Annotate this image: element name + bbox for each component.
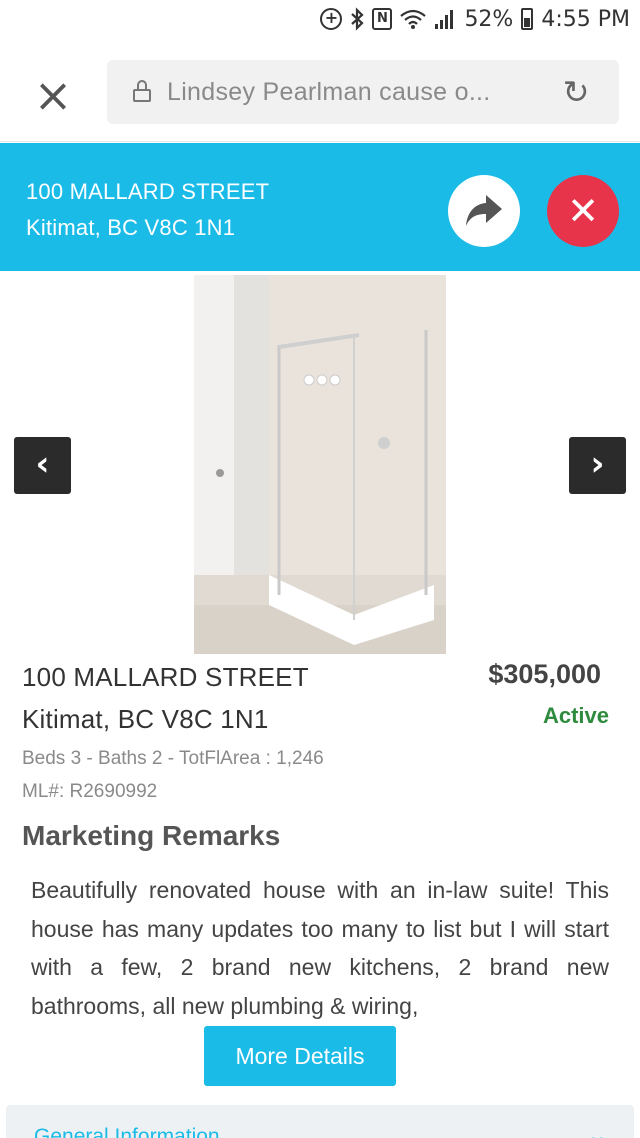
bluetooth-icon	[350, 6, 365, 32]
shower-photo-image	[194, 275, 446, 654]
listing-address-line1: 100 MALLARD STREET	[22, 662, 309, 692]
nfc-icon: N	[372, 6, 393, 32]
address-banner: 100 MALLARD STREET Kitimat, BC V8C 1N1 ✕	[0, 143, 640, 271]
listing-photo[interactable]	[194, 275, 446, 654]
clock: 4:55 PM	[541, 6, 630, 32]
mls-number: ML#: R2690992	[22, 781, 158, 802]
banner-address-line2: Kitimat, BC V8C 1N1	[26, 215, 236, 240]
signal-icon	[434, 6, 456, 32]
close-listing-button[interactable]: ✕	[547, 175, 619, 247]
share-button[interactable]	[448, 175, 520, 247]
lock-icon	[133, 80, 151, 102]
url-text[interactable]: Lindsey Pearlman cause o...	[167, 78, 491, 107]
accordion-label: General Information	[34, 1125, 220, 1138]
chevron-down-icon: ⌄	[586, 1121, 608, 1138]
close-icon[interactable]: ×	[30, 72, 76, 120]
status-bar: + N 52% 4:55 PM	[0, 0, 640, 42]
banner-address-line1: 100 MALLARD STREET	[26, 179, 270, 204]
data-saver-icon: +	[320, 6, 343, 32]
battery-percent: 52%	[464, 6, 514, 32]
chevron-right-icon: ›	[590, 444, 605, 484]
browser-toolbar: × Lindsey Pearlman cause o... ↻	[0, 42, 640, 142]
remarks-text: Beautifully renovated house with an in-l…	[31, 877, 609, 1019]
remarks-title: Marketing Remarks	[22, 820, 281, 851]
carousel-prev-button[interactable]: ‹	[14, 437, 71, 494]
listing-details: Beds 3 - Baths 2 - TotFlArea : 1,246	[22, 748, 324, 769]
listing-price: $305,000	[488, 659, 601, 689]
close-circle-icon: ✕	[567, 189, 599, 233]
status-icons: + N 52% 4:55 PM	[320, 6, 630, 32]
url-bar[interactable]: Lindsey Pearlman cause o... ↻	[107, 60, 619, 124]
wifi-icon	[400, 6, 427, 32]
share-icon	[466, 195, 502, 226]
reload-icon[interactable]: ↻	[559, 76, 593, 110]
more-details-button[interactable]: More Details	[204, 1026, 396, 1086]
general-info-accordion[interactable]: General Information ⌄	[6, 1105, 634, 1138]
chevron-left-icon: ‹	[35, 444, 50, 484]
status-badge: Active	[542, 703, 609, 728]
battery-icon	[521, 6, 534, 32]
listing-address-line2: Kitimat, BC V8C 1N1	[22, 704, 269, 734]
carousel-next-button[interactable]: ›	[569, 437, 626, 494]
